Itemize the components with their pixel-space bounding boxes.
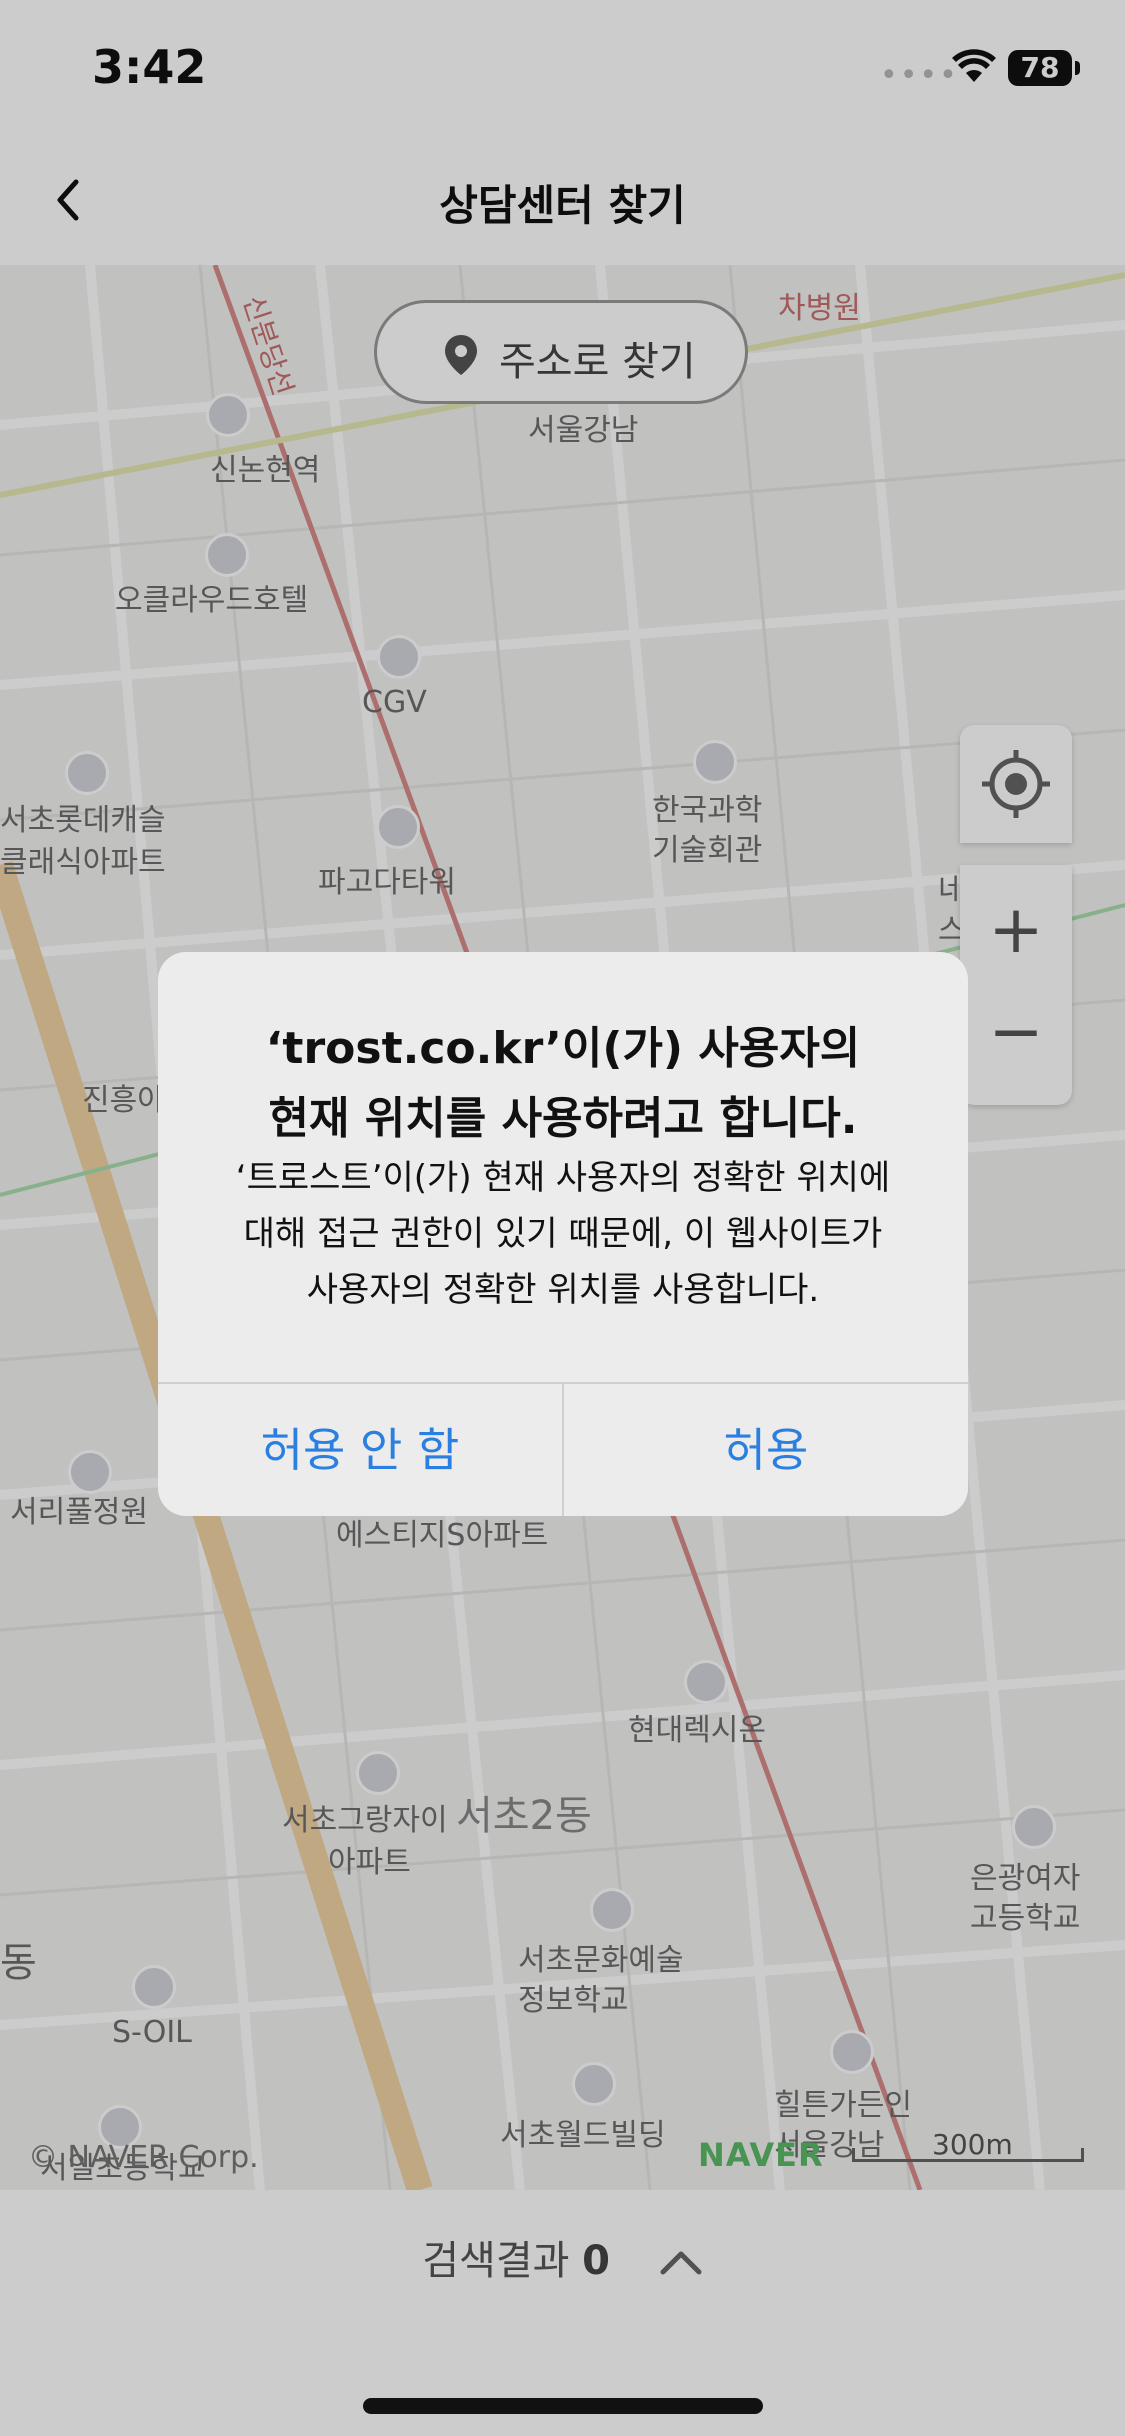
location-permission-alert: ‘trost.co.kr’이(가) 사용자의 현재 위치를 사용하려고 합니다.… xyxy=(158,952,968,1516)
alert-message-line: ‘트로스트’이(가) 현재 사용자의 정확한 위치에 xyxy=(235,1158,891,1198)
alert-message-line: 대해 접근 권한이 있기 때문에, 이 웹사이트가 xyxy=(243,1214,883,1254)
alert-title-line: 현재 위치를 사용하려고 합니다. xyxy=(268,1093,858,1144)
allow-button[interactable]: 허용 xyxy=(564,1384,968,1516)
deny-button[interactable]: 허용 안 함 xyxy=(158,1384,562,1516)
alert-title: ‘trost.co.kr’이(가) 사용자의 현재 위치를 사용하려고 합니다. xyxy=(198,1014,928,1154)
alert-message-line: 사용자의 정확한 위치를 사용합니다. xyxy=(306,1270,820,1310)
alert-title-line: ‘trost.co.kr’이(가) 사용자의 xyxy=(265,1023,861,1074)
alert-message: ‘트로스트’이(가) 현재 사용자의 정확한 위치에 대해 접근 권한이 있기 … xyxy=(198,1150,928,1318)
home-indicator[interactable] xyxy=(363,2398,763,2414)
